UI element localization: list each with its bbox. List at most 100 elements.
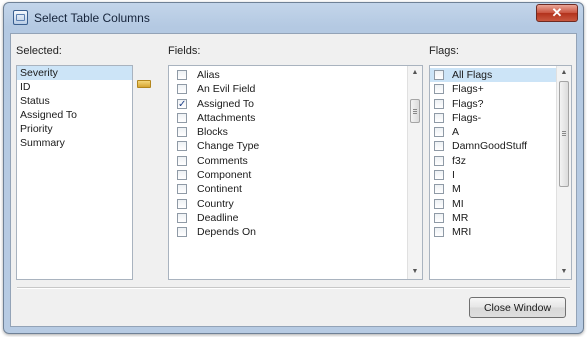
flag-label: All Flags <box>452 69 493 81</box>
flag-row[interactable]: DamnGoodStuff <box>430 139 571 153</box>
selected-label: Selected: <box>16 45 62 57</box>
flag-label: I <box>452 169 455 182</box>
field-label: Alias <box>197 69 220 81</box>
checkbox[interactable] <box>177 184 187 195</box>
field-label: Component <box>197 169 252 182</box>
checkbox[interactable] <box>177 84 187 95</box>
checkbox[interactable] <box>177 227 187 238</box>
checkbox[interactable] <box>434 70 444 80</box>
checkbox[interactable] <box>177 212 187 223</box>
selected-column-item[interactable]: ID <box>17 80 132 94</box>
checkbox[interactable] <box>434 170 444 181</box>
checkbox[interactable] <box>177 170 187 181</box>
flag-row[interactable]: A <box>430 125 571 139</box>
flag-row[interactable]: Flags- <box>430 111 571 125</box>
field-label: An Evil Field <box>197 83 256 96</box>
checkbox[interactable] <box>177 155 187 166</box>
field-label: Continent <box>197 183 242 196</box>
checkbox[interactable] <box>177 112 187 123</box>
flag-row[interactable]: Flags+ <box>430 82 571 96</box>
field-label: Blocks <box>197 126 228 139</box>
checkbox[interactable] <box>434 155 444 166</box>
flags-scrollbar[interactable]: ▲ ▼ <box>556 66 571 279</box>
fields-label: Fields: <box>168 45 201 57</box>
window-title: Select Table Columns <box>34 11 150 25</box>
selected-column-item[interactable]: Status <box>17 94 132 108</box>
field-row[interactable]: Blocks <box>169 125 422 139</box>
fields-scrollbar[interactable]: ▲ ▼ <box>407 66 422 279</box>
flag-label: Flags+ <box>452 83 484 96</box>
flag-label: MRI <box>452 226 472 239</box>
checkbox[interactable] <box>177 127 187 138</box>
checkbox[interactable] <box>434 112 444 123</box>
fields-list[interactable]: Alias An Evil Field ✓ Assigned To Attachment… <box>168 65 423 280</box>
field-row[interactable]: Country <box>169 197 422 211</box>
field-label: Attachments <box>197 111 256 124</box>
field-row[interactable]: Continent <box>169 182 422 196</box>
field-row[interactable]: An Evil Field <box>169 82 422 96</box>
flag-row[interactable]: MI <box>430 197 571 211</box>
title-bar[interactable]: Select Table Columns ✕ <box>4 3 583 33</box>
field-row[interactable]: Depends On <box>169 225 422 239</box>
arrow-down-icon[interactable]: ▼ <box>557 265 571 279</box>
checkbox[interactable] <box>177 198 187 209</box>
flag-row[interactable]: f3z <box>430 154 571 168</box>
arrow-up-icon[interactable]: ▲ <box>557 66 571 80</box>
flag-label: M <box>452 183 461 196</box>
checkbox[interactable] <box>434 212 444 223</box>
selected-column-item[interactable]: Assigned To <box>17 108 132 122</box>
selected-column-item[interactable]: Summary <box>17 136 132 150</box>
arrow-up-icon[interactable]: ▲ <box>408 66 422 80</box>
flag-row[interactable]: M <box>430 182 571 196</box>
checkbox[interactable] <box>434 227 444 238</box>
checkbox[interactable] <box>434 127 444 138</box>
checkbox[interactable] <box>177 141 187 152</box>
field-row[interactable]: Attachments <box>169 111 422 125</box>
flag-row[interactable]: I <box>430 168 571 182</box>
selected-column-item[interactable]: Severity <box>17 66 132 80</box>
checkbox[interactable] <box>434 198 444 209</box>
fields-scrollbar-thumb[interactable] <box>410 99 420 123</box>
field-row[interactable]: Change Type <box>169 139 422 153</box>
flags-list[interactable]: All Flags Flags+ Flags? Flags- A DamnGoodStuf… <box>429 65 572 280</box>
selected-columns-list[interactable]: Severity ID Status Assigned To Priority Summa… <box>16 65 133 280</box>
checkbox[interactable] <box>434 84 444 95</box>
field-label: Depends On <box>197 226 256 239</box>
flag-label: Flags- <box>452 111 482 124</box>
flag-row[interactable]: MR <box>430 211 571 225</box>
arrow-down-icon[interactable]: ▼ <box>408 265 422 279</box>
flag-label: A <box>452 126 460 139</box>
field-row[interactable]: Component <box>169 168 422 182</box>
flag-row[interactable]: MRI <box>430 225 571 239</box>
footer-divider <box>17 287 570 289</box>
field-row[interactable]: Comments <box>169 154 422 168</box>
flag-label: f3z <box>452 154 467 167</box>
checkbox[interactable] <box>434 141 444 152</box>
field-label: Deadline <box>197 211 239 224</box>
field-row[interactable]: Alias <box>169 68 422 82</box>
flag-label: MI <box>452 197 464 210</box>
checkbox[interactable] <box>177 70 187 80</box>
checkbox[interactable] <box>434 184 444 195</box>
close-button[interactable]: ✕ <box>536 4 578 22</box>
field-label: Change Type <box>197 140 260 153</box>
close-window-button[interactable]: Close Window <box>469 297 566 318</box>
flag-row[interactable]: Flags? <box>430 97 571 111</box>
selected-column-item[interactable]: Priority <box>17 122 132 136</box>
checkmark-icon: ✓ <box>178 98 187 110</box>
checkbox[interactable]: ✓ <box>177 98 187 110</box>
field-label: Country <box>197 197 234 210</box>
field-row[interactable]: ✓ Assigned To <box>169 97 422 111</box>
field-label: Assigned To <box>197 97 255 110</box>
flag-row[interactable]: All Flags <box>430 68 571 83</box>
arrow-right-icon[interactable] <box>137 80 151 88</box>
table-icon <box>13 10 28 25</box>
checkbox[interactable] <box>434 98 444 109</box>
flag-label: Flags? <box>452 97 484 110</box>
flag-label: MR <box>452 211 469 224</box>
field-row[interactable]: Deadline <box>169 211 422 225</box>
dialog-window: Select Table Columns ✕ Selected: Fields:… <box>3 2 584 334</box>
flags-scrollbar-thumb[interactable] <box>559 81 569 187</box>
field-label: Comments <box>197 154 248 167</box>
flags-label: Flags: <box>429 45 459 57</box>
